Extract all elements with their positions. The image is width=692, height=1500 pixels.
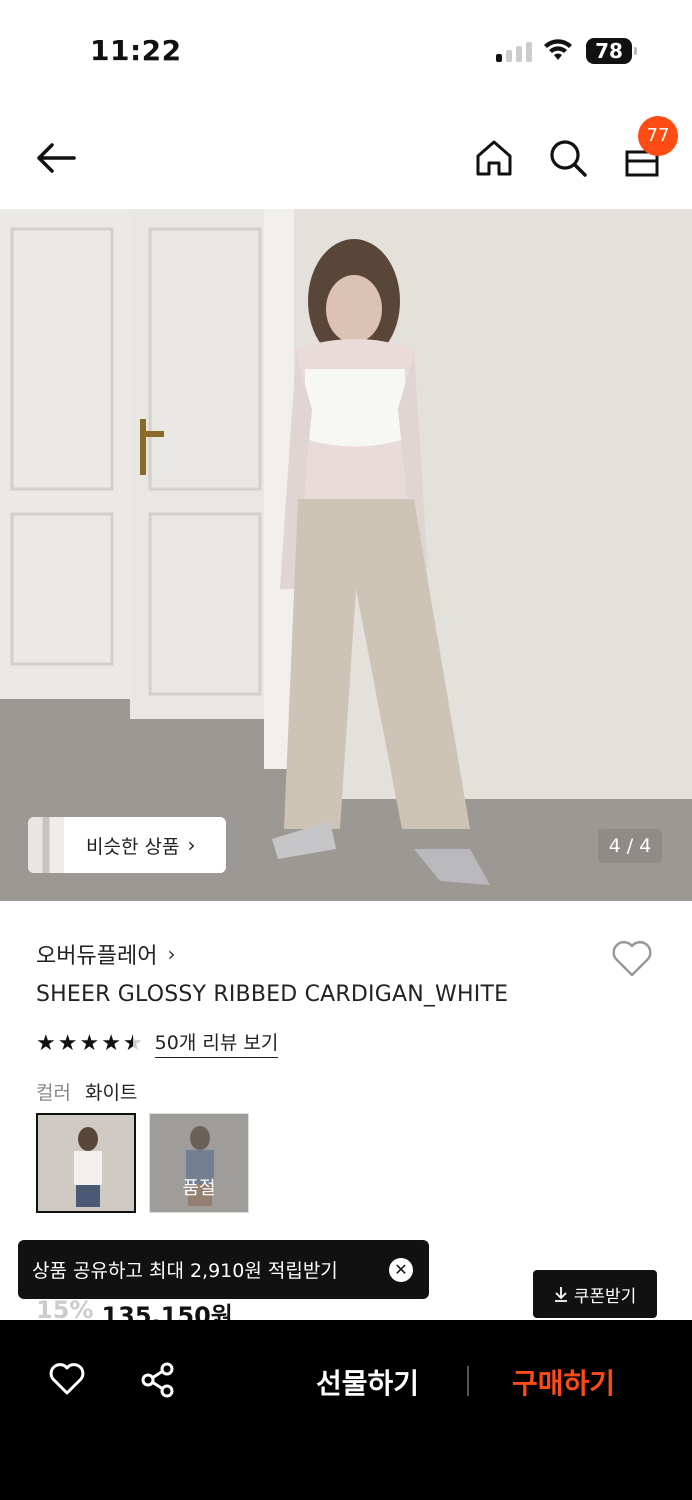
status-time: 11:22: [90, 34, 182, 67]
share-icon[interactable]: [140, 1362, 176, 1398]
similar-products-button[interactable]: 비슷한 상품 ›: [28, 817, 226, 873]
gift-button[interactable]: 선물하기: [316, 1362, 419, 1402]
chevron-right-icon: ›: [167, 942, 176, 966]
wifi-icon: [544, 39, 572, 60]
color-swatch-soldout[interactable]: 품절: [149, 1113, 249, 1213]
color-swatch-selected[interactable]: [36, 1113, 136, 1213]
star-icon: ★: [57, 1030, 78, 1056]
similar-products-label: 비슷한 상품: [86, 835, 180, 858]
divider: [467, 1366, 469, 1396]
bottom-action-bar: 선물하기 구매하기: [0, 1320, 692, 1500]
brand-name: 오버듀플레어: [36, 944, 158, 969]
product-photo: [0, 209, 692, 901]
heart-icon[interactable]: [48, 1362, 86, 1396]
top-nav: 77: [0, 110, 692, 206]
product-name: SHEER GLOSSY RIBBED CARDIGAN_WHITE: [36, 982, 509, 1007]
brand-link[interactable]: 오버듀플레어 ›: [36, 938, 175, 970]
swatch-thumbnail: [74, 1127, 102, 1207]
status-bar: 11:22 78: [0, 0, 692, 100]
battery-indicator: 78: [586, 38, 637, 64]
close-icon[interactable]: ✕: [389, 1258, 413, 1282]
home-icon[interactable]: [472, 136, 516, 180]
cart-count-badge: 77: [638, 116, 678, 156]
color-value: 화이트: [84, 1082, 138, 1104]
half-star-icon: ★: [123, 1031, 143, 1056]
cellular-signal-icon: [496, 40, 532, 62]
color-option-row: 컬러 화이트: [36, 1078, 137, 1105]
rating-row: ★ ★ ★ ★ ★ 50개 리뷰 보기: [36, 1028, 279, 1058]
share-reward-tooltip: 상품 공유하고 최대 2,910원 적립받기 ✕: [18, 1240, 429, 1299]
product-image-carousel[interactable]: 비슷한 상품 › 4 / 4: [0, 209, 692, 901]
review-link[interactable]: 50개 리뷰 보기: [154, 1028, 279, 1058]
download-icon: [554, 1287, 567, 1302]
buy-button[interactable]: 구매하기: [512, 1362, 615, 1402]
search-icon[interactable]: [546, 136, 590, 180]
discount-rate: 15%: [36, 1296, 94, 1320]
soldout-label: 품절: [150, 1114, 248, 1212]
star-icon: ★: [101, 1030, 121, 1056]
similar-product-thumbnail: [28, 817, 64, 873]
image-page-counter: 4 / 4: [598, 829, 662, 863]
star-icon: ★: [36, 1030, 56, 1056]
star-icon: ★: [79, 1030, 100, 1056]
coupon-label: 쿠폰받기: [573, 1286, 637, 1307]
rating-stars: ★ ★ ★ ★ ★: [36, 1031, 143, 1056]
chevron-right-icon: ›: [187, 833, 196, 857]
color-label: 컬러: [36, 1082, 71, 1104]
heart-icon[interactable]: [610, 938, 654, 978]
back-arrow-icon[interactable]: [34, 136, 78, 180]
tooltip-text: 상품 공유하고 최대 2,910원 적립받기: [32, 1260, 338, 1282]
coupon-download-button[interactable]: 쿠폰받기: [533, 1270, 657, 1318]
sale-price: 135,150원: [101, 1302, 233, 1320]
price-row: 15% 135,150원: [36, 1296, 233, 1320]
